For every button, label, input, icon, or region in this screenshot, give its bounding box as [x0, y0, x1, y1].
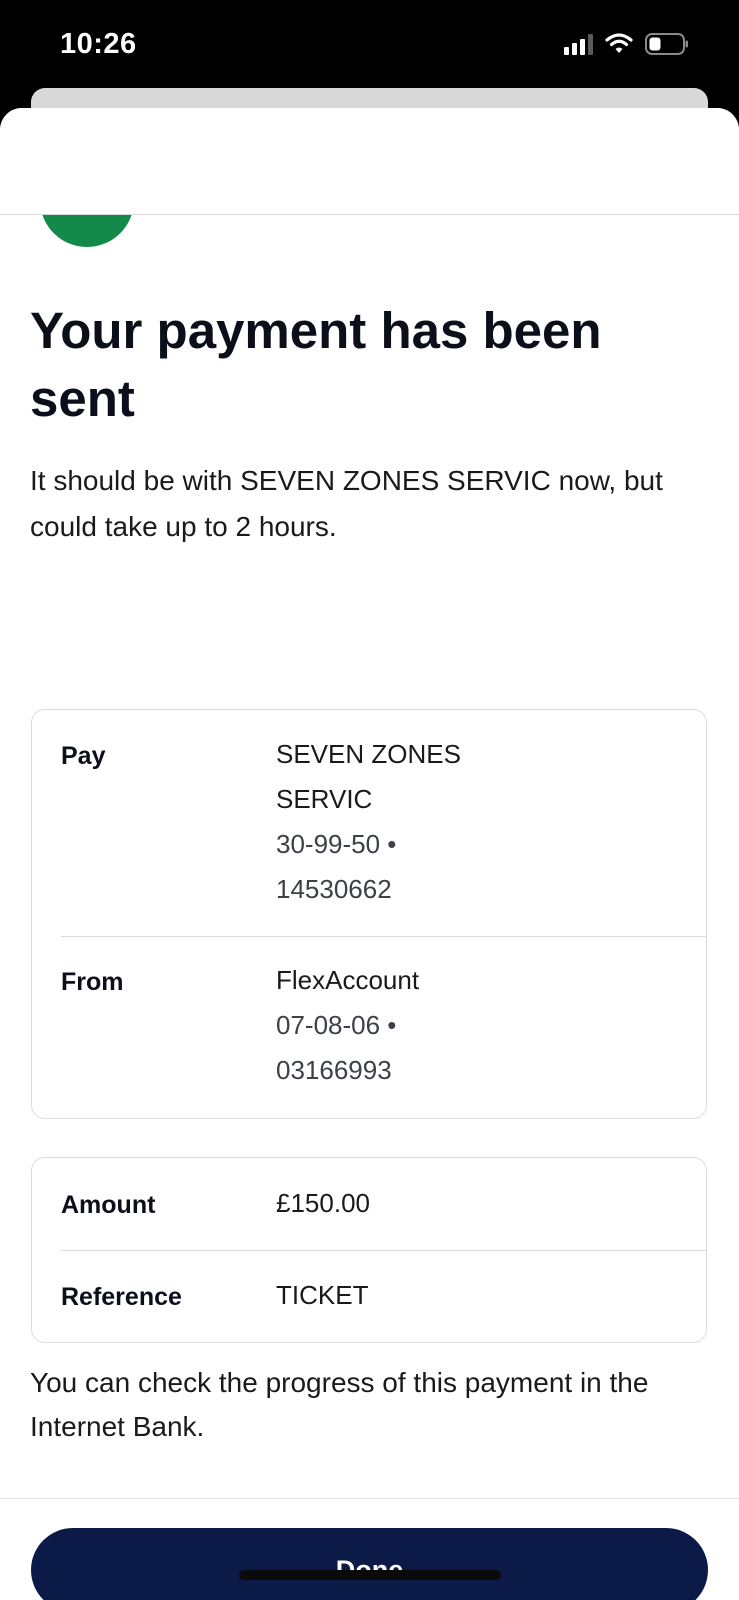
home-indicator[interactable]	[239, 1570, 501, 1580]
payee-details: SEVEN ZONES SERVIC 30-99-50 • 14530662	[276, 732, 576, 912]
confirmation-content[interactable]: Your payment has been sent It should be …	[0, 215, 739, 1497]
payee-account-number: 14530662	[276, 874, 392, 904]
from-sort-code: 07-08-06 •	[276, 1010, 397, 1040]
payee-sort-code: 30-99-50 •	[276, 829, 397, 859]
reference-value: TICKET	[276, 1280, 369, 1310]
payment-details-card: Pay SEVEN ZONES SERVIC 30-99-50 • 145306…	[31, 709, 707, 1119]
reference-label: Reference	[61, 1283, 182, 1311]
confirmation-message: It should be with SEVEN ZONES SERVIC now…	[30, 465, 663, 542]
status-time: 10:26	[60, 28, 137, 60]
bottom-action-bar: Done	[0, 1498, 739, 1600]
amount-card: Amount £150.00 Reference TICKET	[31, 1157, 707, 1343]
payee-name-line1: SEVEN ZONES	[276, 739, 461, 769]
wifi-icon	[605, 33, 633, 53]
amount-value: £150.00	[276, 1188, 370, 1218]
battery-icon	[645, 33, 688, 55]
from-account-number: 03166993	[276, 1055, 392, 1085]
status-icons	[564, 33, 689, 55]
from-account-details: FlexAccount 07-08-06 • 03166993	[276, 958, 576, 1093]
sheet-header	[0, 108, 739, 215]
signal-icon	[564, 33, 593, 55]
payee-name-line2: SERVIC	[276, 784, 373, 814]
from-account-name: FlexAccount	[276, 965, 420, 995]
done-button[interactable]: Done	[31, 1528, 708, 1600]
progress-info-text: You can check the progress of this payme…	[30, 1367, 649, 1442]
row-divider	[61, 1250, 706, 1251]
success-badge	[40, 215, 134, 247]
check-icon	[66, 215, 108, 217]
pay-label: Pay	[61, 742, 106, 770]
from-label: From	[61, 968, 124, 996]
page-title: Your payment has been sent	[30, 302, 602, 427]
amount-label: Amount	[61, 1191, 156, 1219]
payment-confirmation-sheet: Your payment has been sent It should be …	[0, 108, 739, 1600]
row-divider	[61, 936, 706, 937]
status-bar: 10:26	[0, 0, 739, 100]
